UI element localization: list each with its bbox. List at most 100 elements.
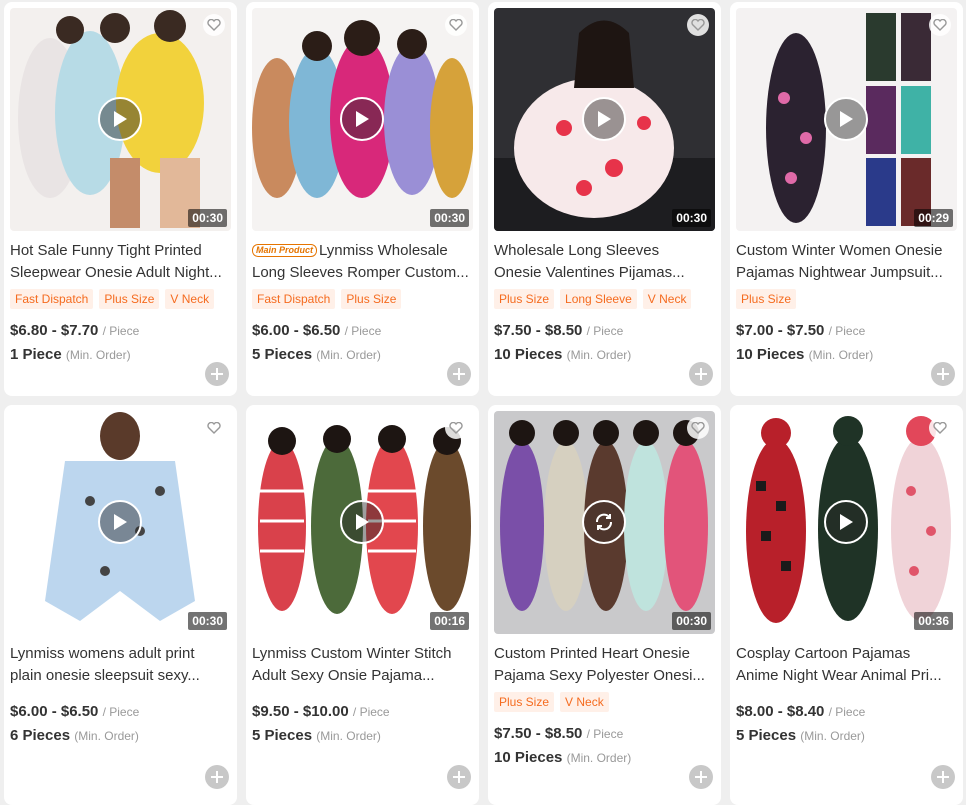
product-grid: 00:30 Hot Sale Funny Tight Printed Sleep…: [0, 0, 966, 805]
price-value: $7.00 - $7.50: [736, 322, 825, 339]
moq-label: (Min. Order): [74, 729, 139, 743]
add-icon[interactable]: [931, 765, 955, 789]
moq-label: (Min. Order): [566, 348, 632, 362]
video-duration: 00:30: [188, 209, 227, 227]
price-unit: / Piece: [102, 324, 140, 338]
favorite-heart-icon[interactable]: [445, 417, 467, 439]
moq-label: (Min. Order): [65, 348, 131, 362]
product-card[interactable]: 00:29 Custom Winter Women Onesie Pajamas…: [730, 2, 963, 396]
min-order: 5 Pieces (Min. Order): [252, 346, 381, 363]
product-image[interactable]: 00:29: [736, 8, 957, 231]
moq-value: 5 Pieces: [736, 727, 797, 744]
product-title[interactable]: Lynmiss womens adult print plain onesie …: [10, 643, 230, 687]
add-icon[interactable]: [447, 362, 471, 386]
moq-value: 10 Pieces: [736, 346, 805, 363]
product-card[interactable]: 00:30 Custom Printed Heart Onesie Pajama…: [488, 405, 721, 805]
price-unit: / Piece: [828, 324, 866, 338]
product-title[interactable]: Cosplay Cartoon Pajamas Anime Night Wear…: [736, 643, 956, 687]
loading-icon[interactable]: [582, 500, 626, 544]
play-icon[interactable]: [98, 500, 142, 544]
favorite-heart-icon[interactable]: [687, 417, 709, 439]
product-card[interactable]: 00:36 Cosplay Cartoon Pajamas Anime Nigh…: [730, 405, 963, 805]
price-unit: / Piece: [352, 705, 390, 719]
add-icon[interactable]: [689, 765, 713, 789]
add-icon[interactable]: [447, 765, 471, 789]
product-image[interactable]: 00:30: [494, 411, 715, 634]
tag-list: Plus Size V Neck: [494, 692, 609, 712]
tag-long-sleeve: Long Sleeve: [560, 289, 637, 309]
min-order: 1 Piece (Min. Order): [10, 346, 131, 363]
favorite-heart-icon[interactable]: [203, 417, 225, 439]
price-value: $7.50 - $8.50: [494, 322, 583, 339]
price-value: $6.80 - $7.70: [10, 322, 99, 339]
favorite-heart-icon[interactable]: [929, 417, 951, 439]
product-card[interactable]: 00:30 Hot Sale Funny Tight Printed Sleep…: [4, 2, 237, 396]
product-title[interactable]: Hot Sale Funny Tight Printed Sleepwear O…: [10, 240, 230, 284]
play-icon[interactable]: [582, 97, 626, 141]
min-order: 5 Pieces (Min. Order): [252, 727, 381, 744]
moq-value: 5 Pieces: [252, 346, 313, 363]
product-image[interactable]: 00:36: [736, 411, 957, 634]
product-image[interactable]: 00:30: [252, 8, 473, 231]
tag-plus-size: Plus Size: [341, 289, 402, 309]
product-image[interactable]: 00:30: [494, 8, 715, 231]
moq-value: 1 Piece: [10, 346, 62, 363]
product-card[interactable]: 00:30 Main Product Lynmiss Wholesale Long…: [246, 2, 479, 396]
play-icon[interactable]: [824, 500, 868, 544]
price-value: $9.50 - $10.00: [252, 703, 349, 720]
video-duration: 00:29: [914, 209, 953, 227]
video-duration: 00:30: [430, 209, 469, 227]
favorite-heart-icon[interactable]: [445, 14, 467, 36]
moq-label: (Min. Order): [566, 751, 632, 765]
play-icon[interactable]: [340, 97, 384, 141]
price-unit: / Piece: [586, 324, 624, 338]
product-title[interactable]: Custom Winter Women Onesie Pajamas Night…: [736, 240, 956, 284]
price-value: $8.00 - $8.40: [736, 703, 825, 720]
favorite-heart-icon[interactable]: [687, 14, 709, 36]
add-icon[interactable]: [689, 362, 713, 386]
price-range: $7.50 - $8.50 / Piece: [494, 725, 623, 742]
moq-label: (Min. Order): [808, 348, 874, 362]
tag-fast-dispatch: Fast Dispatch: [252, 289, 336, 309]
price-range: $7.00 - $7.50 / Piece: [736, 322, 865, 339]
add-icon[interactable]: [205, 765, 229, 789]
play-icon[interactable]: [340, 500, 384, 544]
product-image[interactable]: 00:16: [252, 411, 473, 634]
play-icon[interactable]: [824, 97, 868, 141]
favorite-heart-icon[interactable]: [929, 14, 951, 36]
product-title[interactable]: Main Product Lynmiss Wholesale Long Sleev…: [252, 240, 472, 284]
tag-list: Plus Size: [736, 289, 797, 309]
tag-plus-size: Plus Size: [99, 289, 160, 309]
price-unit: / Piece: [828, 705, 866, 719]
tag-plus-size: Plus Size: [494, 692, 555, 712]
add-icon[interactable]: [931, 362, 955, 386]
play-icon[interactable]: [98, 97, 142, 141]
product-title[interactable]: Custom Printed Heart Onesie Pajama Sexy …: [494, 643, 714, 687]
tag-fast-dispatch: Fast Dispatch: [10, 289, 94, 309]
add-icon[interactable]: [205, 362, 229, 386]
price-unit: / Piece: [102, 705, 140, 719]
moq-label: (Min. Order): [800, 729, 865, 743]
price-range: $6.00 - $6.50 / Piece: [252, 322, 381, 339]
product-card[interactable]: 00:30 Wholesale Long Sleeves Onesie Vale…: [488, 2, 721, 396]
price-range: $8.00 - $8.40 / Piece: [736, 703, 865, 720]
product-card[interactable]: 00:16 Lynmiss Custom Winter Stitch Adult…: [246, 405, 479, 805]
product-title[interactable]: Wholesale Long Sleeves Onesie Valentines…: [494, 240, 714, 284]
title-line: Onesie Valentines Pijamas...: [494, 264, 685, 281]
video-duration: 00:16: [430, 612, 469, 630]
title-line: Cosplay Cartoon Pajamas: [736, 645, 911, 662]
product-image[interactable]: 00:30: [10, 411, 231, 634]
title-line: Sleepwear Onesie Adult Night...: [10, 264, 222, 281]
product-card[interactable]: 00:30 Lynmiss womens adult print plain o…: [4, 405, 237, 805]
title-line: Main Product Lynmiss Wholesale: [252, 240, 472, 262]
tag-v-neck: V Neck: [560, 692, 609, 712]
moq-label: (Min. Order): [316, 729, 381, 743]
price-range: $7.50 - $8.50 / Piece: [494, 322, 623, 339]
video-duration: 00:36: [914, 612, 953, 630]
product-image[interactable]: 00:30: [10, 8, 231, 231]
product-title[interactable]: Lynmiss Custom Winter Stitch Adult Sexy …: [252, 643, 472, 687]
min-order: 6 Pieces (Min. Order): [10, 727, 139, 744]
title-line: Anime Night Wear Animal Pri...: [736, 667, 942, 684]
favorite-heart-icon[interactable]: [203, 14, 225, 36]
tag-v-neck: V Neck: [642, 289, 692, 309]
